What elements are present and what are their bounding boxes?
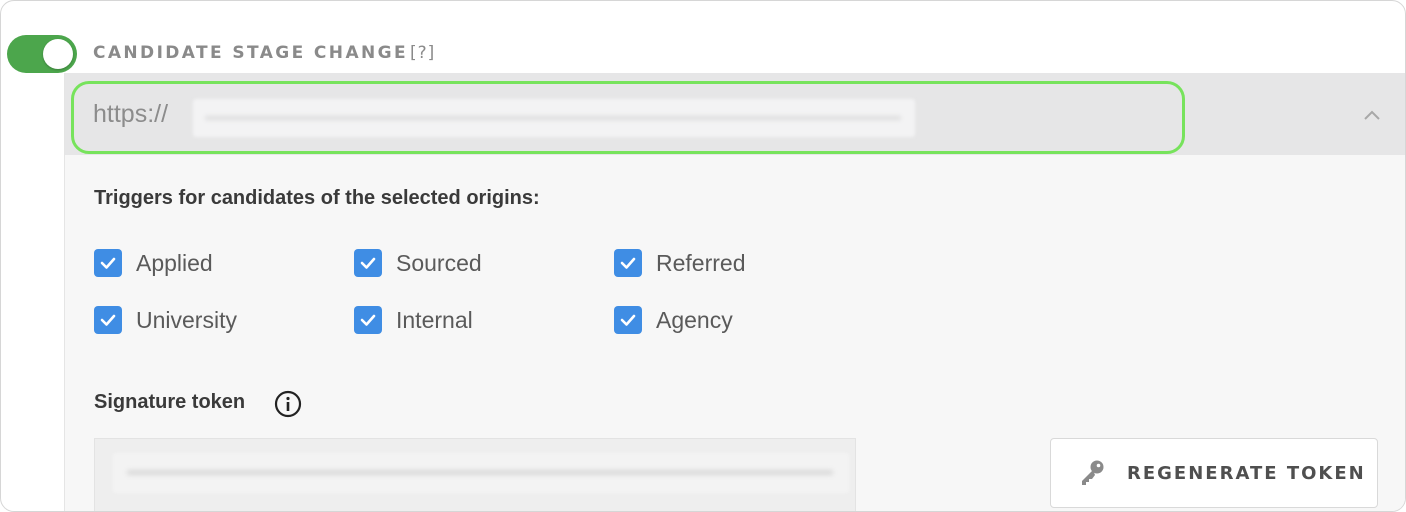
checkbox-label: Internal <box>396 306 473 333</box>
checkbox-label: Referred <box>656 249 746 276</box>
checkbox-checked-icon <box>94 249 122 277</box>
checkbox-sourced[interactable]: Sourced <box>354 249 482 277</box>
enable-toggle[interactable] <box>7 35 77 73</box>
checkbox-referred[interactable]: Referred <box>614 249 745 277</box>
checkbox-checked-icon <box>354 249 382 277</box>
toggle-knob <box>43 39 73 69</box>
checkbox-checked-icon <box>614 249 642 277</box>
checkbox-agency[interactable]: Agency <box>614 306 733 334</box>
triggers-label: Triggers for candidates of the selected … <box>94 187 540 209</box>
section-title: CANDIDATE STAGE CHANGE <box>93 43 408 63</box>
url-prefix: https:// <box>93 100 169 128</box>
help-link[interactable]: [?] <box>410 43 435 63</box>
checkbox-checked-icon <box>354 306 382 334</box>
url-bar[interactable]: https:// <box>65 73 1405 155</box>
checkbox-label: Agency <box>656 306 733 333</box>
token-redacted-value <box>113 453 849 493</box>
checkbox-applied[interactable]: Applied <box>94 249 213 277</box>
regenerate-token-label: REGENERATE TOKEN <box>1127 462 1366 484</box>
url-redacted-value <box>193 99 915 137</box>
signature-token-field[interactable] <box>94 438 856 511</box>
checkbox-checked-icon <box>94 306 122 334</box>
regenerate-token-button[interactable]: REGENERATE TOKEN <box>1050 438 1378 508</box>
chevron-up-icon[interactable] <box>1358 101 1386 129</box>
signature-token-label: Signature token <box>94 391 246 413</box>
checkbox-label: Applied <box>136 249 213 276</box>
checkbox-university[interactable]: University <box>94 306 237 334</box>
checkbox-label: Sourced <box>396 249 482 276</box>
webhook-panel: https:// Triggers for candidates of the … <box>64 73 1405 511</box>
checkbox-checked-icon <box>614 306 642 334</box>
checkbox-internal[interactable]: Internal <box>354 306 473 334</box>
checkbox-label: University <box>136 306 237 333</box>
key-icon <box>1082 460 1104 485</box>
webhook-card: CANDIDATE STAGE CHANGE [?] https:// Trig… <box>0 0 1406 512</box>
info-icon[interactable] <box>273 389 303 419</box>
